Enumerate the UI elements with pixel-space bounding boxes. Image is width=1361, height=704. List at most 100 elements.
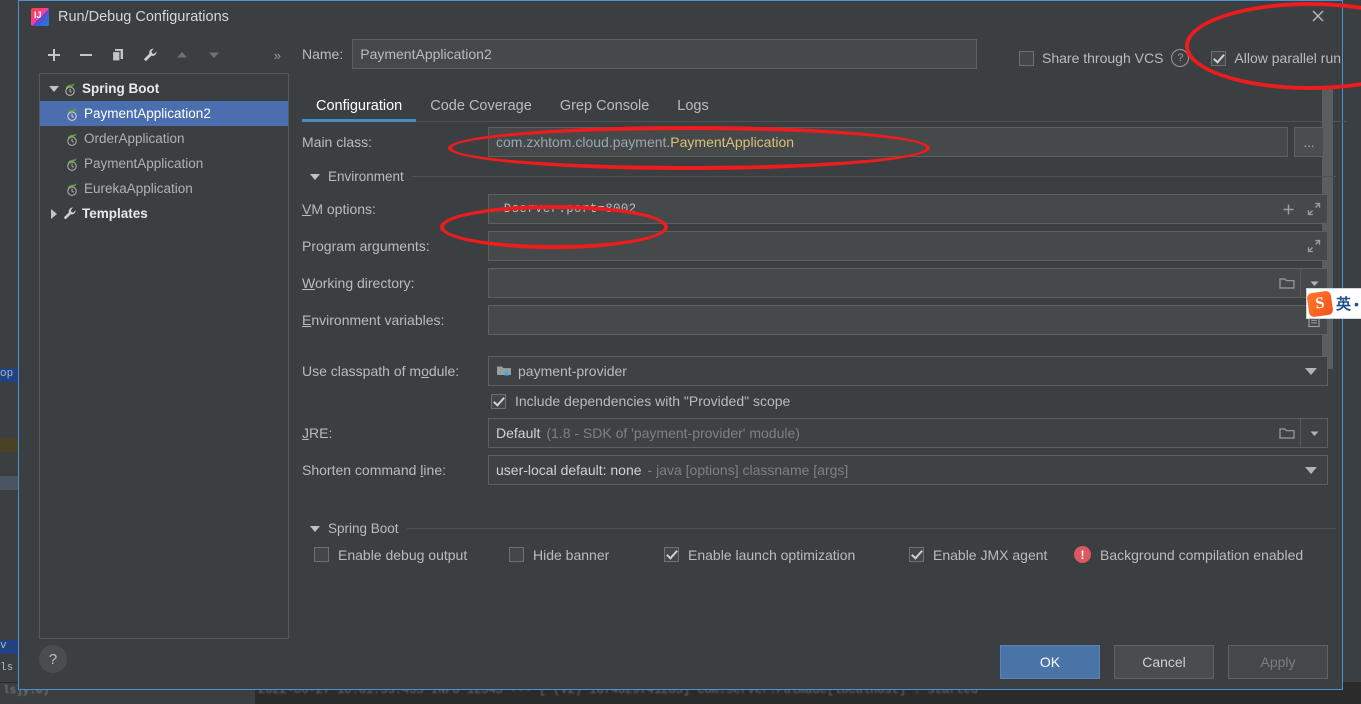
enable-launch-optimization-checkbox[interactable] xyxy=(664,547,679,562)
enable-debug-output-label[interactable]: Enable debug output xyxy=(338,547,467,563)
main-class-name: PaymentApplication xyxy=(670,134,795,150)
tab-code-coverage[interactable]: Code Coverage xyxy=(416,96,546,121)
hide-banner-checkbox[interactable] xyxy=(509,547,524,562)
warning-icon: ! xyxy=(1074,546,1091,563)
share-through-vcs-label[interactable]: Share through VCS xyxy=(1042,50,1163,66)
section-divider xyxy=(411,176,1336,177)
configurations-toolbar: » xyxy=(39,41,289,69)
spring-boot-options-row: Enable debug output Hide banner Enable l… xyxy=(314,546,1342,563)
program-arguments-label: Program arguments: xyxy=(302,238,430,254)
share-through-vcs-checkbox[interactable] xyxy=(1019,50,1034,66)
tree-item-order-application[interactable]: OrderApplication xyxy=(40,126,288,151)
shorten-command-line-combo[interactable]: user-local default: none - java [options… xyxy=(488,455,1328,485)
cancel-button[interactable]: Cancel xyxy=(1114,645,1214,679)
module-folder-icon xyxy=(496,364,512,378)
sogou-dot-icon: • xyxy=(1354,295,1359,312)
enable-jmx-agent-label[interactable]: Enable JMX agent xyxy=(933,547,1047,563)
vm-options-row: VM options: -Dserver.port=8002 xyxy=(302,194,1342,224)
allow-parallel-run-label[interactable]: Allow parallel run xyxy=(1234,50,1341,66)
tree-item-label: OrderApplication xyxy=(84,131,185,146)
dialog-title: Run/Debug Configurations xyxy=(58,9,229,25)
tree-item-label: EurekaApplication xyxy=(84,181,193,196)
main-class-browse-button[interactable]: ... xyxy=(1294,127,1324,157)
environment-section-header: Environment xyxy=(310,169,1342,184)
configurations-tree: Spring Boot PaymentApplication2 OrderApp… xyxy=(39,73,289,639)
ok-button[interactable]: OK xyxy=(1000,645,1100,679)
use-classpath-of-module-row: Use classpath of module: payment-provide… xyxy=(302,356,1342,386)
sogou-mode-label[interactable]: 英 xyxy=(1336,293,1351,314)
enable-launch-optimization-label[interactable]: Enable launch optimization xyxy=(688,547,855,563)
allow-parallel-run-checkbox[interactable] xyxy=(1211,50,1227,66)
main-class-row: Main class: com.zxhtom.cloud.payment. Pay… xyxy=(302,127,1342,157)
enable-jmx-agent-checkbox[interactable] xyxy=(909,547,924,562)
use-classpath-of-module-combo[interactable]: payment-provider xyxy=(488,356,1328,386)
collapse-caret-icon[interactable] xyxy=(46,208,62,219)
sogou-ime-indicator[interactable]: S 英 • xyxy=(1306,288,1361,319)
chevron-down-icon[interactable] xyxy=(1305,367,1317,375)
enable-debug-output-checkbox[interactable] xyxy=(314,547,329,562)
include-dependencies-checkbox[interactable] xyxy=(491,393,506,409)
tab-logs[interactable]: Logs xyxy=(663,96,722,121)
include-dependencies-label[interactable]: Include dependencies with "Provided" sco… xyxy=(515,393,790,409)
jre-label: JRE: xyxy=(302,425,333,441)
tree-item-label: PaymentApplication2 xyxy=(84,106,211,121)
edit-templates-button[interactable] xyxy=(135,42,165,68)
spring-boot-icon xyxy=(64,131,84,147)
wrench-icon xyxy=(62,206,82,222)
section-divider xyxy=(406,528,1336,529)
question-mark-icon[interactable]: ? xyxy=(1171,49,1190,67)
close-icon[interactable] xyxy=(1308,6,1328,26)
main-class-input[interactable]: com.zxhtom.cloud.payment. PaymentApplicat… xyxy=(488,127,1288,157)
move-down-button[interactable] xyxy=(199,42,229,68)
spring-boot-section-header: Spring Boot xyxy=(310,521,1342,536)
program-arguments-input[interactable] xyxy=(488,231,1328,261)
use-classpath-of-module-label: Use classpath of module: xyxy=(302,363,460,379)
expand-icon[interactable] xyxy=(1301,202,1327,216)
spring-boot-section-label: Spring Boot xyxy=(328,521,399,536)
jre-row: JRE: Default (1.8 - SDK of 'payment-prov… xyxy=(302,418,1342,448)
hide-banner-label[interactable]: Hide banner xyxy=(533,547,609,563)
jre-input[interactable]: Default (1.8 - SDK of 'payment-provider'… xyxy=(488,418,1328,448)
spring-boot-icon xyxy=(64,156,84,172)
working-directory-input[interactable] xyxy=(488,268,1328,298)
copy-configuration-button[interactable] xyxy=(103,42,133,68)
vm-options-input[interactable]: -Dserver.port=8002 xyxy=(488,194,1328,224)
tree-item-payment-application[interactable]: PaymentApplication xyxy=(40,151,288,176)
name-input[interactable]: PaymentApplication2 xyxy=(352,39,978,69)
background-fragment: ls xyxy=(0,662,14,674)
background-fragment: op xyxy=(0,368,14,380)
folder-icon[interactable] xyxy=(1274,426,1300,440)
tree-item-payment-application-2[interactable]: PaymentApplication2 xyxy=(40,101,288,126)
tab-grep-console[interactable]: Grep Console xyxy=(546,96,663,121)
add-configuration-button[interactable] xyxy=(39,42,69,68)
environment-collapse-icon[interactable] xyxy=(310,173,320,180)
sogou-logo-icon: S xyxy=(1307,289,1334,318)
background-compilation-item: ! Background compilation enabled xyxy=(1074,546,1303,563)
environment-variables-input[interactable] xyxy=(488,305,1328,335)
enable-jmx-agent-item: Enable JMX agent xyxy=(909,547,1074,563)
expand-icon[interactable] xyxy=(1301,239,1327,253)
run-debug-configurations-dialog: Run/Debug Configurations xyxy=(18,0,1347,690)
toolbar-more-button[interactable]: » xyxy=(268,48,287,63)
tree-item-eureka-application[interactable]: EurekaApplication xyxy=(40,176,288,201)
chevron-down-icon[interactable] xyxy=(1300,419,1327,447)
shorten-command-line-value: user-local default: none xyxy=(496,462,642,478)
vm-options-label: VM options: xyxy=(302,201,376,217)
folder-icon[interactable] xyxy=(1274,276,1300,290)
move-up-button[interactable] xyxy=(167,42,197,68)
top-options-area: Share through VCS ? Allow parallel run xyxy=(1019,49,1341,67)
help-button[interactable]: ? xyxy=(39,645,67,673)
tree-group-templates[interactable]: Templates xyxy=(40,201,288,226)
expand-caret-icon[interactable] xyxy=(46,85,62,92)
chevron-down-icon[interactable] xyxy=(1305,466,1317,474)
apply-button[interactable]: Apply xyxy=(1228,645,1328,679)
dialog-titlebar: Run/Debug Configurations xyxy=(19,1,1342,33)
working-directory-row: Working directory: xyxy=(302,268,1342,298)
configuration-tabs: Configuration Code Coverage Grep Console… xyxy=(302,91,1347,122)
remove-configuration-button[interactable] xyxy=(71,42,101,68)
tree-group-spring-boot[interactable]: Spring Boot xyxy=(40,76,288,101)
spring-boot-collapse-icon[interactable] xyxy=(310,525,320,532)
plus-icon[interactable] xyxy=(1275,203,1301,216)
tab-configuration[interactable]: Configuration xyxy=(302,96,417,122)
environment-variables-label: Environment variables: xyxy=(302,312,445,328)
